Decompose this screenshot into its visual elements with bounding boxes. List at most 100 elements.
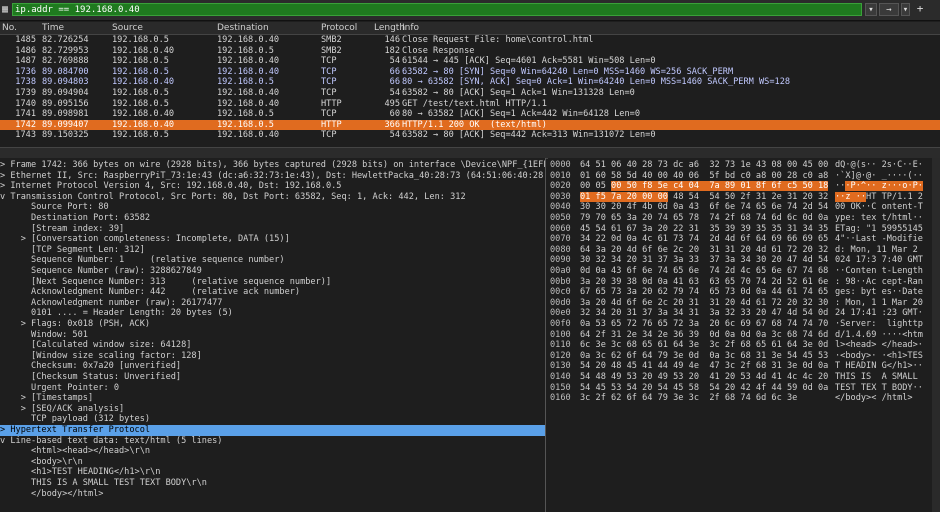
- detail-line[interactable]: [Next Sequence Number: 313 (relative seq…: [0, 277, 545, 288]
- detail-line[interactable]: Window: 501: [0, 330, 545, 341]
- bookmark-icon[interactable]: ▦: [2, 3, 12, 17]
- hex-row[interactable]: 0000 64 51 06 40 28 73 dc a6 32 73 1e 43 …: [548, 160, 940, 171]
- packet-row[interactable]: 1486 82.729953 192.168.0.40 192.168.0.5 SMB2…: [0, 46, 940, 57]
- hex-row[interactable]: 00a0 0d 0a 43 6f 6e 74 65 6e 74 2d 4c 65 …: [548, 266, 940, 277]
- col-info[interactable]: Info: [402, 22, 419, 34]
- col-no[interactable]: No.: [2, 22, 17, 34]
- detail-line[interactable]: > Internet Protocol Version 4, Src: 192.…: [0, 181, 545, 192]
- hex-row[interactable]: 0010 01 60 58 5d 40 00 40 06 5f bd c0 a8 …: [548, 171, 940, 182]
- hex-row[interactable]: 0070 34 22 0d 0a 4c 61 73 74 2d 4d 6f 64 …: [548, 234, 940, 245]
- col-destination[interactable]: Destination: [217, 22, 269, 34]
- packet-dst: 192.168.0.5: [217, 77, 274, 88]
- packet-dst: 192.168.0.40: [217, 98, 280, 109]
- detail-line[interactable]: v Transmission Control Protocol, Src Por…: [0, 192, 545, 203]
- detail-line[interactable]: [Calculated window size: 64128]: [0, 340, 545, 351]
- hex-offset: 0160: [550, 393, 571, 404]
- hex-row[interactable]: 0040 30 30 20 4f 4b 0d 0a 43 6f 6e 74 65 …: [548, 202, 940, 213]
- detail-line[interactable]: 0101 .... = Header Length: 20 bytes (5): [0, 308, 545, 319]
- hex-row[interactable]: 0120 0a 3c 62 6f 64 79 3e 0d 0a 3c 68 31 …: [548, 351, 940, 362]
- detail-line[interactable]: [TCP Segment Len: 312]: [0, 245, 545, 256]
- packet-row[interactable]: 1740 89.095156 192.168.0.5 192.168.0.40 HTTP…: [0, 99, 940, 110]
- packet-row[interactable]: 1736 89.084700 192.168.0.5 192.168.0.40 TCP 6…: [0, 67, 940, 78]
- hex-offset: 0080: [550, 244, 571, 255]
- detail-line[interactable]: > Hypertext Transfer Protocol: [0, 425, 545, 436]
- detail-line[interactable]: </body></html>: [0, 489, 545, 500]
- detail-line[interactable]: Sequence Number (raw): 3288627849: [0, 266, 545, 277]
- packet-len: 54: [389, 130, 400, 141]
- hex-ascii: </body>< /html>: [835, 393, 913, 404]
- hex-row[interactable]: 00d0 3a 20 4d 6f 6e 2c 20 31 31 20 4d 61 …: [548, 298, 940, 309]
- packet-info: 63582 → 80 [ACK] Seq=442 Ack=313 Win=131…: [402, 130, 656, 141]
- hex-offset: 0110: [550, 340, 571, 351]
- col-length[interactable]: Length: [374, 22, 405, 34]
- detail-line[interactable]: Checksum: 0x7a20 [unverified]: [0, 361, 545, 372]
- hex-row[interactable]: 0130 54 20 48 45 41 44 49 4e 47 3c 2f 68 …: [548, 361, 940, 372]
- packet-no: 1736: [15, 66, 36, 77]
- col-protocol[interactable]: Protocol: [321, 22, 357, 34]
- hex-row[interactable]: 00b0 3a 20 39 38 0d 0a 41 63 63 65 70 74 …: [548, 277, 940, 288]
- detail-line[interactable]: <h1>TEST HEADING</h1>\r\n: [0, 467, 545, 478]
- hex-ascii: ·`X]@·@· _····(··: [835, 170, 923, 181]
- detail-line[interactable]: Destination Port: 63582: [0, 213, 545, 224]
- hex-row[interactable]: 0160 3c 2f 62 6f 64 79 3e 3c 2f 68 74 6d …: [548, 393, 940, 404]
- packet-no: 1740: [15, 98, 36, 109]
- hex-row[interactable]: 0140 54 48 49 53 20 49 53 20 41 20 53 4d …: [548, 372, 940, 383]
- packet-row[interactable]: 1742 89.099407 192.168.0.40 192.168.0.5 HTTP…: [0, 119, 940, 131]
- hex-row[interactable]: 0030 01 f5 7a 20 00 00 48 54 54 50 2f 31 …: [548, 191, 940, 203]
- packet-row[interactable]: 1739 89.094904 192.168.0.5 192.168.0.40 TCP 5…: [0, 88, 940, 99]
- packet-time: 82.729953: [42, 45, 89, 56]
- detail-line[interactable]: THIS IS A SMALL TEST TEXT BODY\r\n: [0, 478, 545, 489]
- packet-no: 1487: [15, 56, 36, 67]
- hex-row[interactable]: 00c0 67 65 73 3a 20 62 79 74 65 73 0d 0a …: [548, 287, 940, 298]
- detail-line[interactable]: Sequence Number: 1 (relative sequence nu…: [0, 255, 545, 266]
- hex-row[interactable]: 0050 79 70 65 3a 20 74 65 78 74 2f 68 74 …: [548, 213, 940, 224]
- filter-dropdown-button[interactable]: ▾: [865, 3, 877, 16]
- hex-row[interactable]: 0080 64 3a 20 4d 6f 6e 2c 20 31 31 20 4d …: [548, 245, 940, 256]
- col-source[interactable]: Source: [112, 22, 143, 34]
- packet-row[interactable]: 1485 82.726254 192.168.0.5 192.168.0.40 SMB2…: [0, 35, 940, 46]
- detail-line[interactable]: [Checksum Status: Unverified]: [0, 372, 545, 383]
- detail-line[interactable]: v Line-based text data: text/html (5 lin…: [0, 436, 545, 447]
- detail-line[interactable]: Source Port: 80: [0, 202, 545, 213]
- packet-info: 80 → 63582 [SYN, ACK] Seq=0 Ack=1 Win=64…: [402, 77, 791, 88]
- packet-proto: TCP: [321, 56, 337, 67]
- col-time[interactable]: Time: [42, 22, 64, 34]
- hex-row[interactable]: 0150 54 45 53 54 20 54 45 58 54 20 42 4f …: [548, 383, 940, 394]
- apply-filter-button[interactable]: →: [879, 3, 899, 16]
- detail-line[interactable]: > Flags: 0x018 (PSH, ACK): [0, 319, 545, 330]
- hex-row[interactable]: 0110 6c 3e 3c 68 65 61 64 3e 3c 2f 68 65 …: [548, 340, 940, 351]
- hex-row[interactable]: 00e0 32 34 20 31 37 3a 34 31 3a 32 33 20 …: [548, 308, 940, 319]
- detail-line[interactable]: > Ethernet II, Src: RaspberryPiT_73:1e:4…: [0, 171, 545, 182]
- add-filter-button[interactable]: +: [914, 3, 926, 16]
- detail-line[interactable]: [Window size scaling factor: 128]: [0, 351, 545, 362]
- detail-line[interactable]: Acknowledgment number (raw): 26177477: [0, 298, 545, 309]
- hex-row[interactable]: 0020 00 05 00 50 f8 5e c4 04 7a 89 01 8f …: [548, 181, 940, 192]
- detail-line[interactable]: > [Timestamps]: [0, 393, 545, 404]
- detail-line[interactable]: Acknowledgment Number: 442 (relative ack…: [0, 287, 545, 298]
- detail-line[interactable]: <body>\r\n: [0, 457, 545, 468]
- detail-line[interactable]: <html><head></head>\r\n: [0, 446, 545, 457]
- hex-row[interactable]: 0100 64 2f 31 2e 34 2e 36 39 0d 0a 0d 0a …: [548, 330, 940, 341]
- detail-line[interactable]: > [Conversation completeness: Incomplete…: [0, 234, 545, 245]
- hex-offset: 00c0: [550, 287, 571, 298]
- hex-row[interactable]: 0060 45 54 61 67 3a 20 22 31 35 39 39 35 …: [548, 224, 940, 235]
- packet-len: 146: [384, 35, 400, 45]
- packet-row[interactable]: 1738 89.094803 192.168.0.40 192.168.0.5 TCP 6…: [0, 77, 940, 88]
- packet-len: 495: [384, 98, 400, 109]
- detail-line[interactable]: > Frame 1742: 366 bytes on wire (2928 bi…: [0, 160, 545, 171]
- hex-row[interactable]: 00f0 0a 53 65 72 76 65 72 3a 20 6c 69 67 …: [548, 319, 940, 330]
- detail-line[interactable]: > [SEQ/ACK analysis]: [0, 404, 545, 415]
- detail-line[interactable]: [Stream index: 39]: [0, 224, 545, 235]
- hex-ascii: dQ·@(s·· 2s·C··E·: [835, 160, 923, 170]
- detail-line[interactable]: Urgent Pointer: 0: [0, 383, 545, 394]
- hex-row[interactable]: 0090 30 32 34 20 31 37 3a 33 37 3a 34 30 …: [548, 255, 940, 266]
- hex-bytes: 01 60 58 5d 40 00 40 06 5f bd c0 a8 00 2…: [580, 170, 829, 181]
- packet-row[interactable]: 1487 82.769888 192.168.0.5 192.168.0.40 TCP 5…: [0, 56, 940, 67]
- packet-row[interactable]: 1741 89.098981 192.168.0.40 192.168.0.5 TCP 6…: [0, 109, 940, 120]
- display-filter-input[interactable]: ip.addr == 192.168.0.40: [12, 3, 862, 16]
- filter-options-chevron-icon[interactable]: ▾: [901, 3, 910, 16]
- bytes-scrollbar[interactable]: [932, 158, 940, 512]
- packet-src: 192.168.0.40: [112, 119, 175, 130]
- packet-row[interactable]: 1743 89.150325 192.168.0.5 192.168.0.40 TCP 5…: [0, 130, 940, 141]
- detail-line[interactable]: TCP payload (312 bytes): [0, 414, 545, 425]
